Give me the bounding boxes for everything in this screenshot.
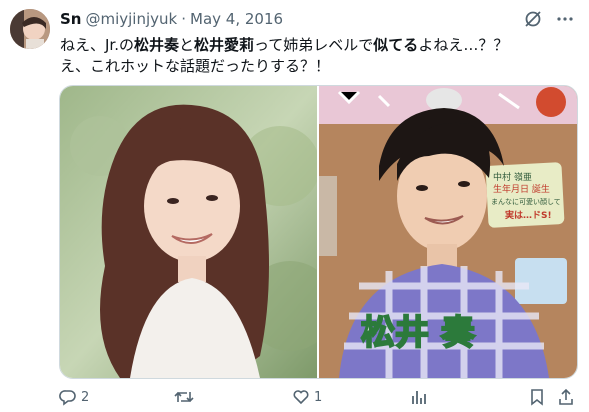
reply-button[interactable]: 2: [59, 387, 89, 407]
sign-line-1: 中村 嶺亜: [493, 171, 532, 183]
tweet-line-2: え、これホットな話題だったりする？！: [60, 57, 331, 75]
photo-right[interactable]: 中村 嶺亜 生年月日 誕生 まんなに可愛い顔して 実は…ドS! 松井 奏: [319, 86, 577, 378]
like-button[interactable]: 1: [292, 387, 322, 407]
tweet-date[interactable]: May 4, 2016: [190, 10, 283, 28]
sign-line-3: まんなに可愛い顔して: [491, 197, 561, 206]
tweet-media[interactable]: 中村 嶺亜 生年月日 誕生 まんなに可愛い顔して 実は…ドS! 松井 奏: [59, 85, 578, 379]
like-icon: [292, 388, 310, 406]
like-count: 1: [314, 389, 323, 405]
tweet-text: ねえ、Jr.の松井奏と松井愛莉って姉弟レベルで似てるよねえ…？？ え、これホット…: [60, 35, 570, 77]
reply-count: 2: [81, 389, 90, 405]
avatar[interactable]: [10, 9, 50, 49]
photo-left[interactable]: [60, 86, 317, 378]
tweet-bold-segment: 似てる: [373, 36, 419, 54]
reply-icon: [59, 388, 77, 406]
more-icon[interactable]: [555, 9, 575, 29]
action-bar: 2 1: [59, 387, 577, 407]
bookmark-icon: [529, 388, 545, 406]
bookmark-button[interactable]: [529, 387, 545, 407]
author-name[interactable]: Sn: [60, 10, 81, 28]
header-icons: [523, 9, 575, 29]
views-icon: [410, 388, 428, 406]
views-button[interactable]: [410, 387, 428, 407]
grok-icon[interactable]: [523, 9, 543, 29]
tweet-text-segment: と: [179, 36, 195, 54]
tweet-header: Sn @miyjinjyuk · May 4, 2016: [60, 9, 283, 29]
tweet-text-segment: よねえ…？？: [418, 36, 509, 54]
share-button[interactable]: [557, 387, 575, 407]
retweet-button[interactable]: [174, 387, 198, 407]
tweet-bold-segment: 松井愛莉: [194, 36, 255, 54]
sign-line-4: 実は…ドS!: [505, 209, 552, 221]
tweet-bold-segment: 松井奏: [133, 36, 179, 54]
tweet-text-segment: って姉弟レベルで: [254, 36, 374, 54]
retweet-icon: [174, 388, 194, 406]
author-handle[interactable]: @miyjinjyuk: [85, 10, 177, 28]
photo-caption: 松井 奏: [361, 313, 476, 353]
share-icon: [557, 388, 575, 406]
sign-line-2: 生年月日 誕生: [493, 183, 550, 195]
separator-dot: ·: [181, 10, 187, 28]
tweet-text-segment: ねえ、Jr.の: [60, 36, 134, 54]
tweet-line-1: ねえ、Jr.の松井奏と松井愛莉って姉弟レベルで似てるよねえ…？？: [60, 35, 570, 56]
